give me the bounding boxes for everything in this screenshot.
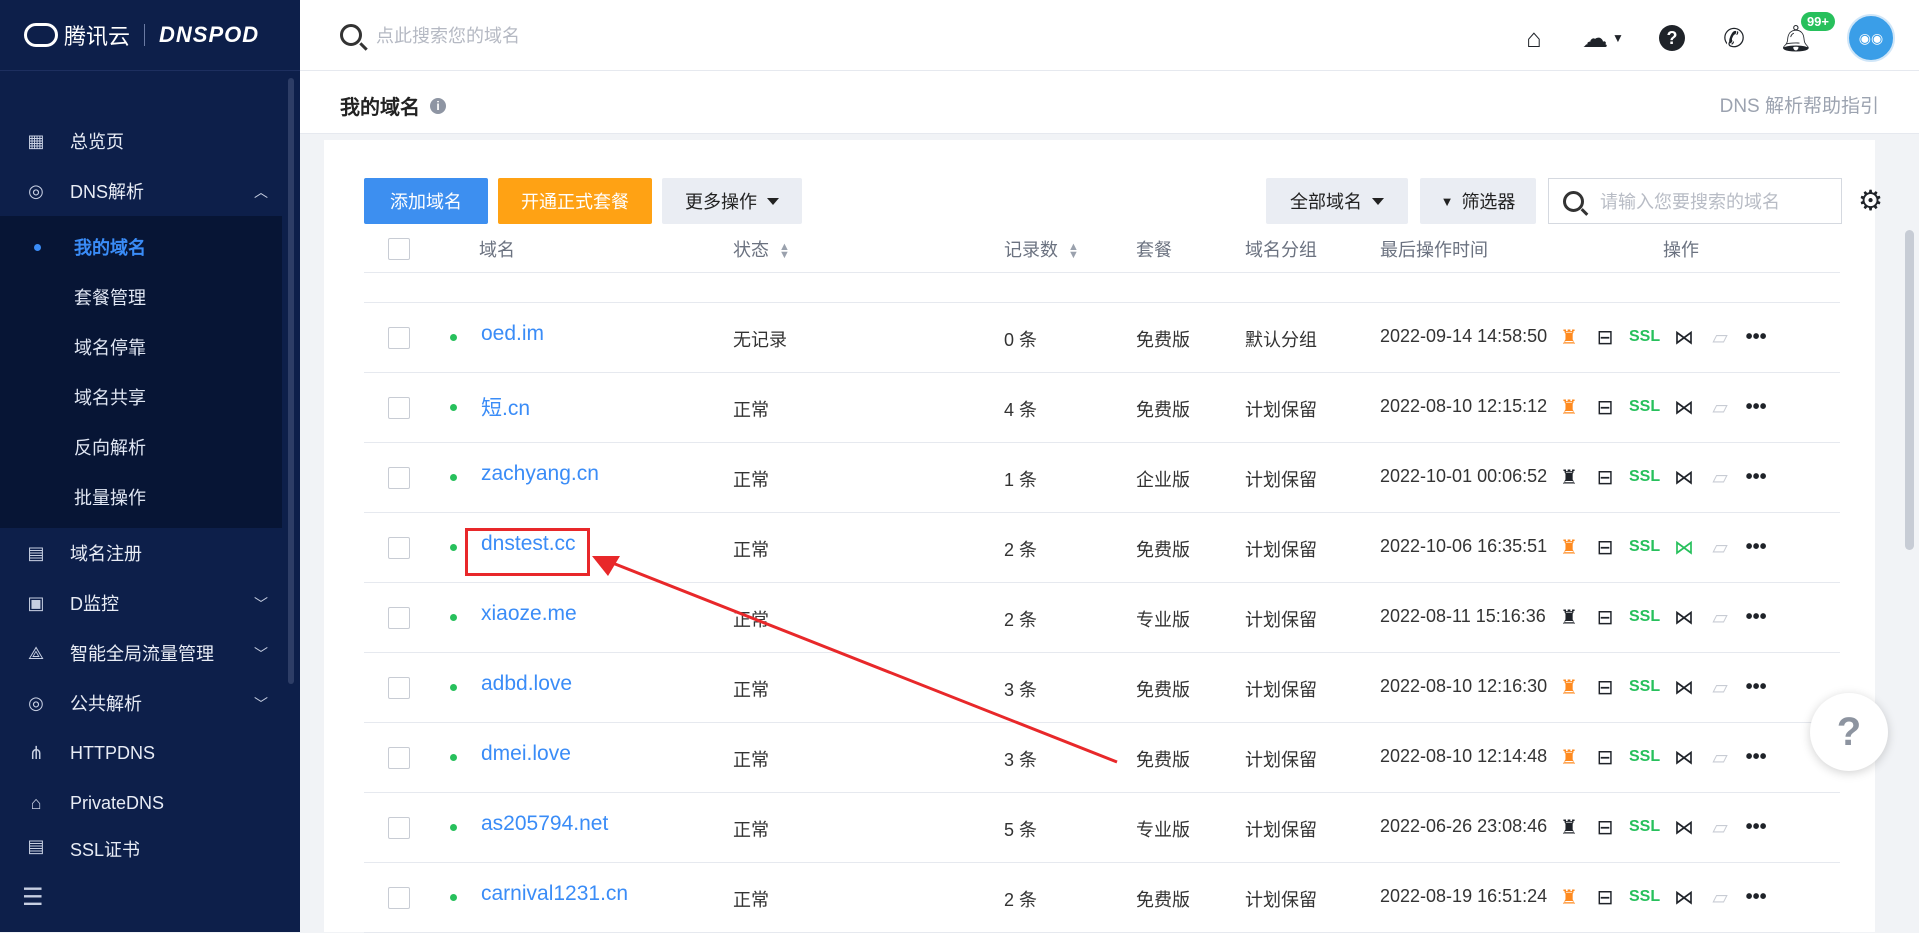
annotation-arrow <box>592 556 1118 764</box>
floating-help-icon[interactable]: ? <box>1810 693 1888 771</box>
page-scrollbar[interactable] <box>1905 230 1914 550</box>
